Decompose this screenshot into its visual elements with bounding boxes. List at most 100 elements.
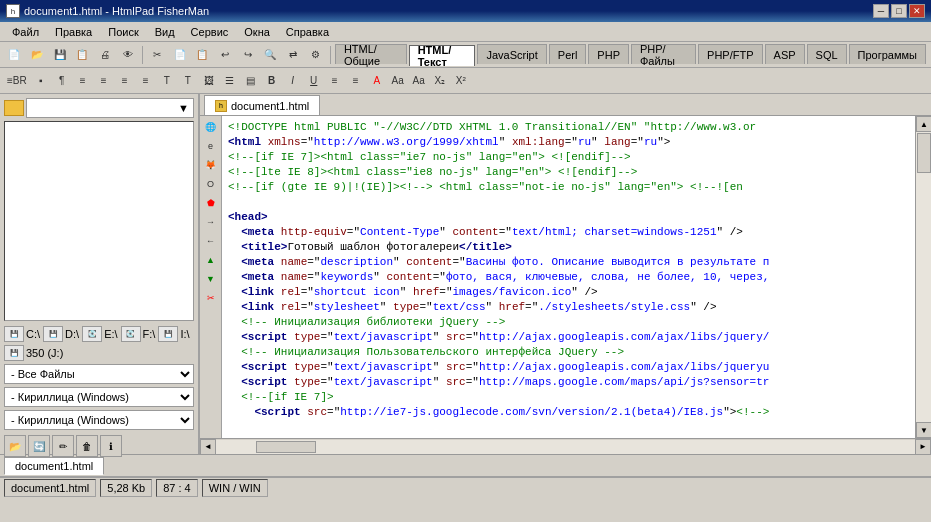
scroll-right-btn[interactable]: ► bbox=[915, 439, 931, 455]
drive-e[interactable]: 💽 E:\ bbox=[82, 326, 117, 342]
square-button[interactable]: ▪ bbox=[31, 71, 51, 91]
undo-button[interactable]: ↩ bbox=[215, 44, 236, 66]
code-editor[interactable]: <!DOCTYPE html PUBLIC "-//W3C//DTD XHTML… bbox=[222, 116, 915, 438]
editor-tab-doc1[interactable]: h document1.html bbox=[204, 95, 320, 115]
side-scissors-btn[interactable]: ✂ bbox=[202, 289, 220, 307]
scroll-thumb-v[interactable] bbox=[917, 133, 931, 173]
menu-edit[interactable]: Правка bbox=[47, 24, 100, 40]
preview-button[interactable]: 👁 bbox=[117, 44, 138, 66]
tab-programs[interactable]: Программы bbox=[849, 44, 926, 64]
scrollbar-vertical[interactable]: ▲ ▼ bbox=[915, 116, 931, 438]
code-line-10: <meta name="keywords" content="фото, вас… bbox=[228, 270, 909, 285]
font-btn[interactable]: T bbox=[178, 71, 198, 91]
font-size2[interactable]: Аа bbox=[409, 71, 429, 91]
font-size1[interactable]: Аа bbox=[388, 71, 408, 91]
edit-btn[interactable]: ✏ bbox=[52, 435, 74, 457]
drive-d[interactable]: 💾 D:\ bbox=[43, 326, 79, 342]
app-icon: h bbox=[6, 4, 20, 18]
drive-c-icon: 💾 bbox=[4, 326, 24, 342]
tab-asp[interactable]: ASP bbox=[765, 44, 805, 64]
refresh-btn[interactable]: 🔄 bbox=[28, 435, 50, 457]
superscript-btn[interactable]: X² bbox=[451, 71, 471, 91]
scroll-left-btn[interactable]: ◄ bbox=[200, 439, 216, 455]
encoding-filter2[interactable]: - Кириллица (Windows) bbox=[4, 410, 194, 430]
list-btn[interactable]: ☰ bbox=[220, 71, 240, 91]
side-fox-btn[interactable]: 🦊 bbox=[202, 156, 220, 174]
align-left[interactable]: ≡ bbox=[73, 71, 93, 91]
cut-button[interactable]: ✂ bbox=[147, 44, 168, 66]
side-outdent-btn[interactable]: ← bbox=[202, 232, 220, 250]
print-button[interactable]: 🖨 bbox=[95, 44, 116, 66]
tab-php-files[interactable]: PHP/Файлы bbox=[631, 44, 696, 64]
tab-sql[interactable]: SQL bbox=[807, 44, 847, 64]
side-indent-btn[interactable]: → bbox=[202, 213, 220, 231]
scroll-track-v[interactable] bbox=[916, 132, 931, 422]
save-all-button[interactable]: 📋 bbox=[72, 44, 93, 66]
color-btn[interactable]: A bbox=[367, 71, 387, 91]
scroll-down-btn[interactable]: ▼ bbox=[916, 422, 931, 438]
save-button[interactable]: 💾 bbox=[49, 44, 70, 66]
side-down-btn[interactable]: ▼ bbox=[202, 270, 220, 288]
drive-i[interactable]: 💾 I:\ bbox=[158, 326, 189, 342]
tab-php[interactable]: PHP bbox=[588, 44, 629, 64]
scroll-track-h[interactable] bbox=[216, 440, 915, 454]
bottom-tab-doc1[interactable]: document1.html bbox=[4, 457, 104, 475]
menu-file[interactable]: Файл bbox=[4, 24, 47, 40]
menu-search[interactable]: Поиск bbox=[100, 24, 146, 40]
tab-perl[interactable]: Perl bbox=[549, 44, 587, 64]
maximize-button[interactable]: □ bbox=[891, 4, 907, 18]
align-right[interactable]: ≡ bbox=[115, 71, 135, 91]
redo-button[interactable]: ↪ bbox=[237, 44, 258, 66]
replace-button[interactable]: ⇄ bbox=[283, 44, 304, 66]
file-filter-select[interactable]: - Все Файлы bbox=[4, 364, 194, 384]
find-button[interactable]: 🔍 bbox=[260, 44, 281, 66]
italic-button[interactable]: I bbox=[283, 71, 303, 91]
side-e-btn[interactable]: e bbox=[202, 137, 220, 155]
del-btn[interactable]: 🗑 bbox=[76, 435, 98, 457]
drive-j[interactable]: 💾 350 (J:) bbox=[4, 345, 63, 361]
menu-service[interactable]: Сервис bbox=[183, 24, 237, 40]
ol-button[interactable]: ≡ bbox=[325, 71, 345, 91]
paste-button[interactable]: 📋 bbox=[192, 44, 213, 66]
align-center[interactable]: ≡ bbox=[94, 71, 114, 91]
br-button[interactable]: ≡BR bbox=[4, 71, 30, 91]
menu-view[interactable]: Вид bbox=[147, 24, 183, 40]
open-button[interactable]: 📂 bbox=[27, 44, 48, 66]
copy-button[interactable]: 📄 bbox=[169, 44, 190, 66]
text-btn[interactable]: T bbox=[157, 71, 177, 91]
bottom-tab-bar: document1.html bbox=[0, 454, 931, 476]
side-red-btn[interactable]: ⬟ bbox=[202, 194, 220, 212]
info-btn[interactable]: ℹ bbox=[100, 435, 122, 457]
scroll-thumb-h[interactable] bbox=[256, 441, 316, 453]
encoding-filter1[interactable]: - Кириллица (Windows) bbox=[4, 387, 194, 407]
new-button[interactable]: 📄 bbox=[4, 44, 25, 66]
tab-html-text[interactable]: HTML/Текст bbox=[409, 45, 476, 66]
side-globe-btn[interactable]: 🌐 bbox=[202, 118, 220, 136]
para-button[interactable]: ¶ bbox=[52, 71, 72, 91]
minimize-button[interactable]: ─ bbox=[873, 4, 889, 18]
path-dropdown[interactable]: ▼ bbox=[26, 98, 194, 118]
ul-button[interactable]: ≡ bbox=[346, 71, 366, 91]
underline-button[interactable]: U bbox=[304, 71, 324, 91]
tab-php-ftp[interactable]: PHP/FTP bbox=[698, 44, 762, 64]
drive-f[interactable]: 💽 F:\ bbox=[121, 326, 156, 342]
code-line-4: <!--[if (gte IE 9)|!(IE)]><!--> <html cl… bbox=[228, 180, 909, 195]
image-btn[interactable]: 🖼 bbox=[199, 71, 219, 91]
align-justify[interactable]: ≡ bbox=[136, 71, 156, 91]
drive-c[interactable]: 💾 C:\ bbox=[4, 326, 40, 342]
table-btn[interactable]: ▤ bbox=[241, 71, 261, 91]
editor-container: 🌐 e 🦊 O ⬟ → ← ▲ ▼ ✂ <!DOCTYPE html PUBLI… bbox=[200, 116, 931, 438]
menu-help[interactable]: Справка bbox=[278, 24, 337, 40]
add-btn[interactable]: 📂 bbox=[4, 435, 26, 457]
side-opera-btn[interactable]: O bbox=[202, 175, 220, 193]
menu-windows[interactable]: Окна bbox=[236, 24, 278, 40]
tab-html-common[interactable]: HTML/Общие bbox=[335, 44, 407, 64]
scroll-up-btn[interactable]: ▲ bbox=[916, 116, 931, 132]
close-button[interactable]: ✕ bbox=[909, 4, 925, 18]
side-up-btn[interactable]: ▲ bbox=[202, 251, 220, 269]
scrollbar-horizontal[interactable]: ◄ ► bbox=[200, 438, 931, 454]
b5[interactable]: ⚙ bbox=[305, 44, 326, 66]
subscript-btn[interactable]: X₂ bbox=[430, 71, 450, 91]
bold-button[interactable]: B bbox=[262, 71, 282, 91]
tab-javascript[interactable]: JavaScript bbox=[477, 44, 546, 64]
